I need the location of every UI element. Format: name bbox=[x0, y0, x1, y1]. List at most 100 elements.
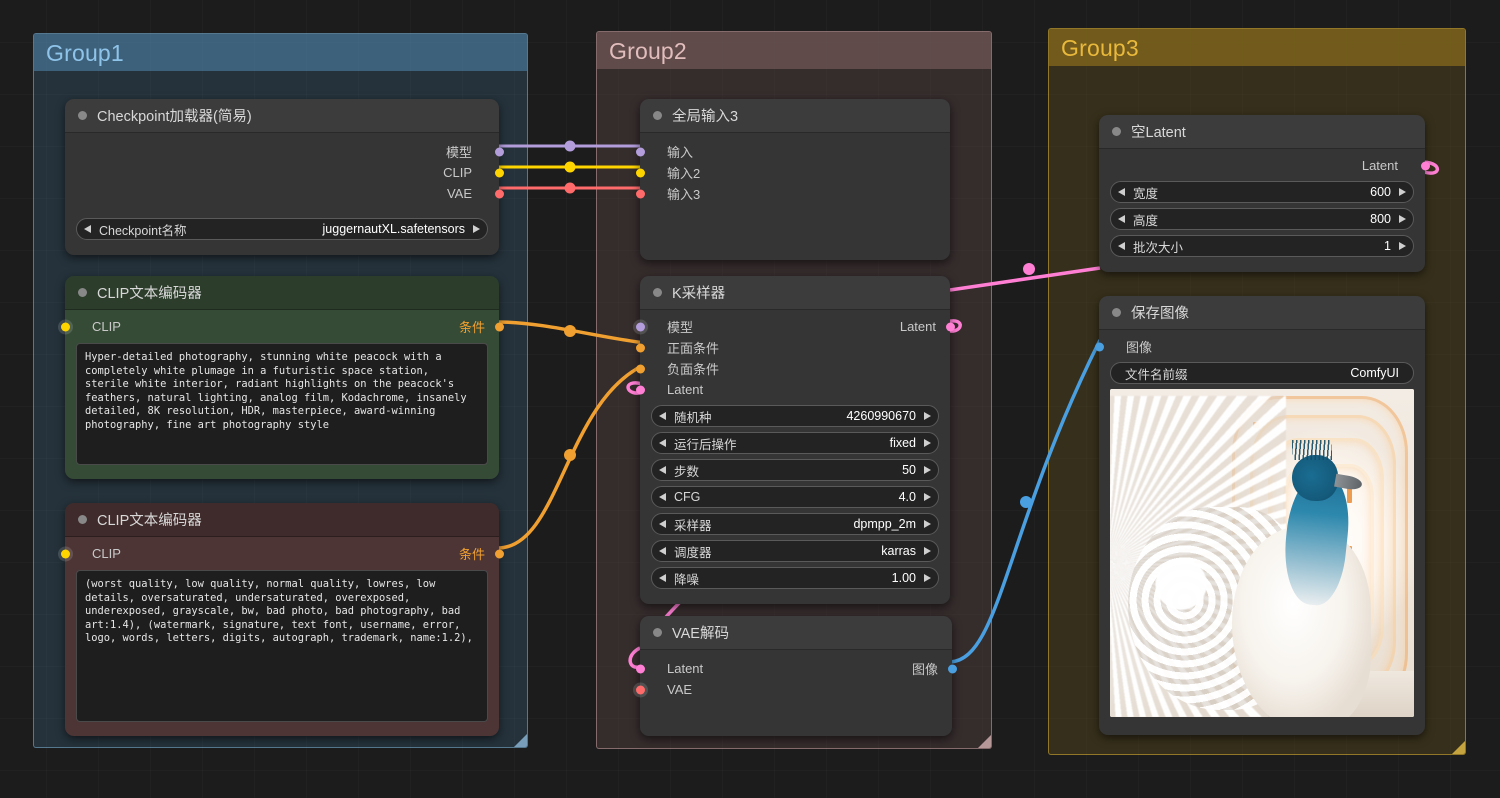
input-port-3[interactable]: 输入3 bbox=[635, 183, 950, 204]
input-port-1[interactable]: 输入 bbox=[635, 141, 950, 162]
port-dot-vae[interactable] bbox=[494, 189, 504, 198]
port-label-input: CLIP bbox=[92, 546, 121, 561]
port-dot-input-3[interactable] bbox=[635, 189, 645, 198]
widget-width[interactable]: 宽度 600 bbox=[1110, 181, 1414, 203]
widget-denoise[interactable]: 降噪 1.00 bbox=[651, 567, 939, 589]
arrow-right-icon[interactable] bbox=[1399, 188, 1406, 196]
port-row-clip-cond: CLIP 条件 bbox=[60, 316, 504, 337]
arrow-left-icon[interactable] bbox=[659, 574, 666, 582]
node-save-image[interactable]: 保存图像 图像 文件名前缀 ComfyUI bbox=[1094, 296, 1425, 735]
arrow-right-icon[interactable] bbox=[924, 466, 931, 474]
arrow-right-icon[interactable] bbox=[473, 225, 480, 233]
port-dot-latent-in[interactable] bbox=[635, 385, 645, 394]
arrow-left-icon[interactable] bbox=[659, 493, 666, 501]
widget-seed[interactable]: 随机种 4260990670 bbox=[651, 405, 939, 427]
input-port-image[interactable]: 图像 bbox=[1094, 336, 1425, 357]
arrow-left-icon[interactable] bbox=[659, 466, 666, 474]
input-port-2[interactable]: 输入2 bbox=[635, 162, 950, 183]
port-label: VAE bbox=[667, 682, 693, 697]
arrow-right-icon[interactable] bbox=[924, 493, 931, 501]
widget-steps[interactable]: 步数 50 bbox=[651, 459, 939, 481]
port-dot-input-1[interactable] bbox=[635, 147, 645, 156]
node-vae-decode[interactable]: VAE解码 Latent 图像 VAE bbox=[635, 616, 957, 736]
output-port-clip[interactable]: CLIP bbox=[65, 162, 504, 183]
arrow-left-icon[interactable] bbox=[659, 439, 666, 447]
arrow-left-icon[interactable] bbox=[659, 547, 666, 555]
input-port-positive[interactable]: 正面条件 bbox=[635, 337, 950, 358]
port-dot-conditioning-out[interactable] bbox=[494, 322, 504, 331]
node-title-bar[interactable]: CLIP文本编码器 bbox=[65, 276, 499, 310]
graph-canvas[interactable]: Group1 Group2 Group3 Checkpoint加载器(简易) 模… bbox=[0, 0, 1500, 798]
node-title-bar[interactable]: 保存图像 bbox=[1099, 296, 1425, 330]
arrow-right-icon[interactable] bbox=[924, 439, 931, 447]
image-preview[interactable] bbox=[1110, 389, 1414, 717]
node-title-bar[interactable]: CLIP文本编码器 bbox=[65, 503, 499, 537]
port-dot-positive-in[interactable] bbox=[635, 343, 645, 352]
prompt-textarea-negative[interactable]: (worst quality, low quality, normal qual… bbox=[76, 570, 488, 722]
port-dot-model-in[interactable] bbox=[635, 322, 645, 331]
arrow-left-icon[interactable] bbox=[1118, 188, 1125, 196]
output-port-latent[interactable]: Latent bbox=[1099, 155, 1430, 176]
port-dot-clip-in[interactable] bbox=[60, 549, 70, 558]
node-body: Latent 图像 VAE bbox=[635, 650, 957, 736]
port-dot-image-in[interactable] bbox=[1094, 342, 1104, 351]
widget-scheduler[interactable]: 调度器 karras bbox=[651, 540, 939, 562]
port-label-input: CLIP bbox=[92, 319, 121, 334]
output-port-vae[interactable]: VAE bbox=[65, 183, 504, 204]
port-dot-model[interactable] bbox=[494, 147, 504, 156]
widget-value: ComfyUI bbox=[1350, 366, 1399, 380]
port-dot-clip[interactable] bbox=[494, 168, 504, 177]
node-status-dot bbox=[78, 111, 87, 120]
port-dot-image-out[interactable] bbox=[947, 664, 957, 673]
input-port-vae[interactable]: VAE bbox=[635, 679, 952, 700]
node-empty-latent-image[interactable]: 空Latent Latent 宽度 600 高度 800 批次大小 1 bbox=[1099, 115, 1430, 272]
arrow-right-icon[interactable] bbox=[1399, 242, 1406, 250]
widget-height[interactable]: 高度 800 bbox=[1110, 208, 1414, 230]
port-dot-latent-out[interactable] bbox=[945, 322, 955, 331]
node-title-bar[interactable]: K采样器 bbox=[640, 276, 950, 310]
node-status-dot bbox=[653, 628, 662, 637]
arrow-right-icon[interactable] bbox=[924, 574, 931, 582]
input-port-negative[interactable]: 负面条件 bbox=[635, 358, 950, 379]
output-port-model[interactable]: 模型 bbox=[65, 141, 504, 162]
arrow-right-icon[interactable] bbox=[1399, 215, 1406, 223]
port-dot-clip-in[interactable] bbox=[60, 322, 70, 331]
arrow-left-icon[interactable] bbox=[84, 225, 91, 233]
arrow-right-icon[interactable] bbox=[924, 520, 931, 528]
widget-batch-size[interactable]: 批次大小 1 bbox=[1110, 235, 1414, 257]
arrow-right-icon[interactable] bbox=[924, 547, 931, 555]
prompt-textarea-positive[interactable]: Hyper-detailed photography, stunning whi… bbox=[76, 343, 488, 465]
arrow-left-icon[interactable] bbox=[1118, 215, 1125, 223]
port-dot-latent-in[interactable] bbox=[635, 664, 645, 673]
port-dot-negative-in[interactable] bbox=[635, 364, 645, 373]
node-global-input[interactable]: 全局输入3 输入 输入2 输入3 bbox=[635, 99, 950, 260]
group-resize-handle[interactable] bbox=[978, 735, 991, 748]
arrow-left-icon[interactable] bbox=[1118, 242, 1125, 250]
port-dot-latent-out[interactable] bbox=[1420, 161, 1430, 170]
port-dot-conditioning-out[interactable] bbox=[494, 549, 504, 558]
arrow-left-icon[interactable] bbox=[659, 520, 666, 528]
node-clip-text-encode-negative[interactable]: CLIP文本编码器 CLIP 条件 (worst quality, low qu… bbox=[60, 503, 504, 736]
group-title: Group3 bbox=[1049, 29, 1465, 66]
port-dot-input-2[interactable] bbox=[635, 168, 645, 177]
group-resize-handle[interactable] bbox=[514, 734, 527, 747]
node-ksampler[interactable]: K采样器 模型 Latent 正面条件 负面条件 Latent 随机种 4260… bbox=[635, 276, 955, 604]
group-resize-handle[interactable] bbox=[1452, 741, 1465, 754]
arrow-right-icon[interactable] bbox=[924, 412, 931, 420]
widget-cfg[interactable]: CFG 4.0 bbox=[651, 486, 939, 508]
widget-checkpoint-name[interactable]: Checkpoint名称 juggernautXL.safetensors bbox=[76, 218, 488, 240]
input-port-latent[interactable]: Latent bbox=[635, 379, 950, 400]
node-title-bar[interactable]: Checkpoint加载器(简易) bbox=[65, 99, 499, 133]
arrow-left-icon[interactable] bbox=[659, 412, 666, 420]
node-title-bar[interactable]: VAE解码 bbox=[640, 616, 952, 650]
port-dot-vae-in[interactable] bbox=[635, 685, 645, 694]
node-title-bar[interactable]: 空Latent bbox=[1099, 115, 1425, 149]
widget-control-after-generate[interactable]: 运行后操作 fixed bbox=[651, 432, 939, 454]
widget-filename-prefix[interactable]: 文件名前缀 ComfyUI bbox=[1110, 362, 1414, 384]
node-checkpoint-loader[interactable]: Checkpoint加载器(简易) 模型 CLIP VAE Checkpoint… bbox=[65, 99, 504, 255]
widget-label: 随机种 bbox=[674, 410, 712, 425]
node-title-bar[interactable]: 全局输入3 bbox=[640, 99, 950, 133]
node-clip-text-encode-positive[interactable]: CLIP文本编码器 CLIP 条件 Hyper-detailed photogr… bbox=[60, 276, 504, 479]
widget-sampler-name[interactable]: 采样器 dpmpp_2m bbox=[651, 513, 939, 535]
link-dot bbox=[1023, 263, 1035, 275]
